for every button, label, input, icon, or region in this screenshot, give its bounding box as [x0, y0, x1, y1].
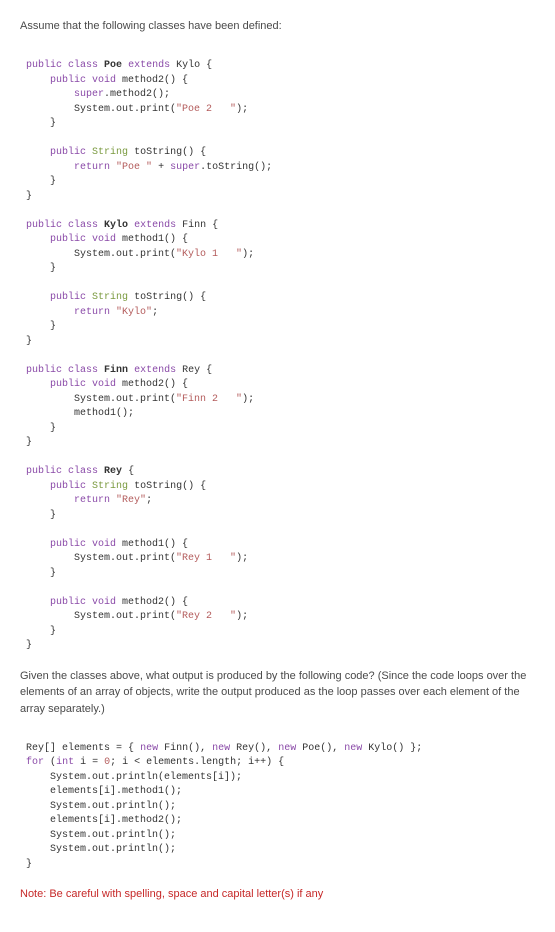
intro-text: Assume that the following classes have b… — [20, 18, 535, 35]
loop-code: Rey[] elements = { new Finn(), new Rey()… — [20, 727, 535, 872]
warning-note: Note: Be careful with spelling, space an… — [20, 886, 535, 903]
question-text: Given the classes above, what output is … — [20, 668, 535, 718]
class-definitions-code: public class Poe extends Kylo { public v… — [20, 45, 535, 654]
